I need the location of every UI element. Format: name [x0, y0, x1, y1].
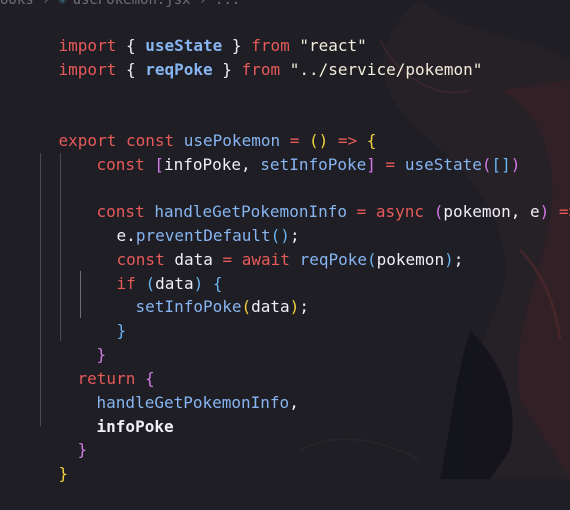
code-line-15[interactable]: return {	[39, 343, 155, 388]
code-line-18[interactable]: }	[39, 414, 88, 459]
bracket: (	[433, 202, 444, 221]
code-line-8[interactable]: const handleGetPokemonInfo = async (poke…	[58, 176, 570, 221]
bracket: }	[116, 321, 127, 340]
code-line-17[interactable]: infoPoke	[58, 391, 174, 436]
identifier: setInfoPoke	[135, 297, 242, 316]
identifier: infoPoke	[163, 155, 242, 174]
bracket: )	[539, 202, 550, 221]
parameters: pokemon, e	[443, 202, 540, 221]
code-line-19[interactable]: }	[20, 438, 69, 483]
string-literal: "../service/pokemon"	[280, 60, 483, 79]
keyword: from	[241, 60, 281, 79]
punctuation: ,	[289, 393, 299, 412]
punctuation: {	[116, 60, 146, 79]
indent-guide	[40, 153, 41, 426]
bracket: }	[58, 464, 69, 483]
operator: =	[346, 202, 376, 221]
punctuation: ;	[299, 297, 309, 316]
code-line-5[interactable]: export const usePokemon = () => {	[20, 105, 377, 150]
code-line-2[interactable]: import { reqPoke } from "../service/poke…	[20, 34, 483, 79]
punctuation: ;	[453, 250, 464, 269]
punctuation: }	[212, 60, 242, 79]
breadcrumb-folder[interactable]: ooks	[0, 0, 34, 8]
bracket: }	[77, 440, 88, 459]
code-line-1[interactable]: import { useState } from "react"	[20, 10, 367, 55]
code-line-14[interactable]: }	[58, 319, 107, 364]
code-line-13[interactable]: }	[78, 295, 127, 340]
chevron-right-icon: ›	[41, 0, 51, 8]
operator: =>	[558, 202, 570, 221]
punctuation: ,	[241, 155, 261, 174]
identifier: reqPoke	[145, 60, 213, 79]
bracket: []	[491, 155, 511, 174]
identifier: data	[251, 297, 290, 316]
bracket: )	[289, 297, 300, 316]
operator: =	[375, 155, 405, 174]
identifier: infoPoke	[96, 417, 174, 436]
chevron-right-icon: ›	[198, 0, 208, 8]
bracket: )	[510, 155, 521, 174]
identifier: pokemon	[376, 250, 445, 269]
bracket: [	[154, 155, 164, 174]
keyword: const	[96, 155, 155, 174]
indent-guide	[60, 153, 61, 341]
react-file-icon: ⚛	[58, 0, 67, 8]
identifier: useState	[404, 155, 482, 174]
identifier: setInfoPoke	[260, 155, 367, 174]
code-line-12[interactable]: setInfoPoke(data);	[97, 271, 309, 316]
code-line-6[interactable]: const [infoPoke, setInfoPoke] = useState…	[58, 129, 521, 174]
bracket: (	[481, 155, 492, 174]
breadcrumb[interactable]: ooks › ⚛ usePokemon.jsx › ...	[0, 0, 240, 9]
breadcrumb-file[interactable]: usePokemon.jsx	[73, 0, 191, 8]
code-line-16[interactable]: handleGetPokemonInfo,	[58, 367, 299, 412]
keyword: import	[58, 60, 117, 79]
bracket: ]	[366, 155, 376, 174]
indent-guide	[80, 271, 81, 318]
bracket: )	[444, 250, 454, 269]
keyword: async	[375, 202, 434, 221]
code-editor[interactable]: import { useState } from "react" import …	[0, 0, 570, 483]
breadcrumb-more[interactable]: ...	[215, 0, 240, 8]
bracket: (	[367, 250, 377, 269]
keyword: await	[241, 250, 300, 269]
bracket: (	[241, 297, 252, 316]
identifier: reqPoke	[299, 250, 367, 269]
code-line-10[interactable]: const data = await reqPoke(pokemon);	[78, 224, 464, 269]
code-line-11[interactable]: if (data) {	[78, 248, 223, 293]
code-line-9[interactable]: e.preventDefault();	[78, 200, 300, 245]
